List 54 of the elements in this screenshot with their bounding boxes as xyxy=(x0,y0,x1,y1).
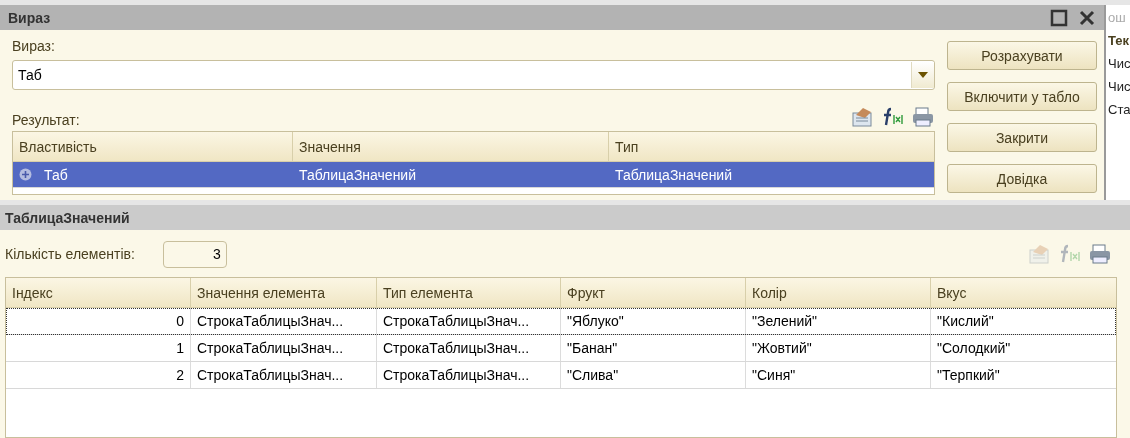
table-cell[interactable]: "Терпкий" xyxy=(931,362,1116,388)
result-label: Результат: xyxy=(12,112,80,128)
column-header[interactable]: Тип елемента xyxy=(377,278,561,307)
table-cell[interactable]: СтрокаТаблицыЗнач... xyxy=(377,335,561,361)
window-title: Вираз xyxy=(8,9,51,26)
table-cell[interactable]: 1 xyxy=(6,335,191,361)
expression-label: Вираз: xyxy=(12,38,56,54)
dialog-button[interactable]: Закрити xyxy=(947,123,1097,152)
table-cell[interactable]: СтрокаТаблицыЗнач... xyxy=(191,335,377,361)
background-text: Чис xyxy=(1108,56,1130,71)
table-cell[interactable]: ТаблицаЗначений xyxy=(293,162,609,187)
table-cell[interactable]: "Солодкий" xyxy=(931,335,1116,361)
table-cell[interactable]: СтрокаТаблицыЗнач... xyxy=(377,308,561,334)
background-text: Ста xyxy=(1108,102,1130,117)
background-text: Тек xyxy=(1108,33,1130,48)
dropdown-icon[interactable] xyxy=(917,71,929,79)
count-field[interactable]: 3 xyxy=(162,240,227,268)
table-cell[interactable]: СтрокаТаблицыЗнач... xyxy=(191,308,377,334)
background-text: ош xyxy=(1108,10,1127,25)
column-header[interactable]: Фрукт xyxy=(561,278,746,307)
dialog-button[interactable]: Включити у табло xyxy=(947,82,1097,111)
printer-icon[interactable] xyxy=(1088,243,1112,265)
background-text: Чис xyxy=(1108,79,1130,94)
close-icon[interactable] xyxy=(1078,8,1096,27)
column-header[interactable]: Значення елемента xyxy=(191,278,377,307)
table-cell[interactable]: "Слива" xyxy=(561,362,746,388)
report-icon[interactable] xyxy=(851,106,875,128)
dialog-button[interactable]: Довідка xyxy=(947,164,1097,193)
column-header[interactable]: Тип xyxy=(609,132,934,161)
dialog-button[interactable]: Розрахувати xyxy=(947,41,1097,70)
table-cell[interactable]: "Банан" xyxy=(561,335,746,361)
expression-field[interactable]: Таб xyxy=(12,60,935,90)
column-header[interactable]: Вкус xyxy=(931,278,1116,307)
table-cell[interactable]: СтрокаТаблицыЗнач... xyxy=(377,362,561,388)
table-cell[interactable]: "Синя" xyxy=(746,362,931,388)
table-cell[interactable]: "Яблуко" xyxy=(561,308,746,334)
expand-icon[interactable] xyxy=(19,168,32,181)
formula-icon[interactable] xyxy=(881,106,905,128)
column-header[interactable]: Індекс xyxy=(6,278,191,307)
column-header[interactable]: Властивість xyxy=(13,132,293,161)
table-cell[interactable]: 0 xyxy=(6,308,191,334)
table-cell[interactable]: "Жовтий" xyxy=(746,335,931,361)
printer-icon[interactable] xyxy=(911,106,935,128)
maximize-icon[interactable] xyxy=(1050,8,1068,27)
table-cell[interactable]: Таб xyxy=(13,162,293,187)
panel-title: ТаблицаЗначений xyxy=(5,209,130,226)
table-cell[interactable]: СтрокаТаблицыЗнач... xyxy=(191,362,377,388)
column-header[interactable]: Колір xyxy=(746,278,931,307)
table-cell[interactable]: "Кислий" xyxy=(931,308,1116,334)
table-cell[interactable]: ТаблицаЗначений xyxy=(609,162,934,187)
table-cell[interactable]: 2 xyxy=(6,362,191,388)
table-cell[interactable]: "Зелений" xyxy=(746,308,931,334)
column-header[interactable]: Значення xyxy=(293,132,609,161)
count-label: Кількість елементів: xyxy=(5,246,135,262)
